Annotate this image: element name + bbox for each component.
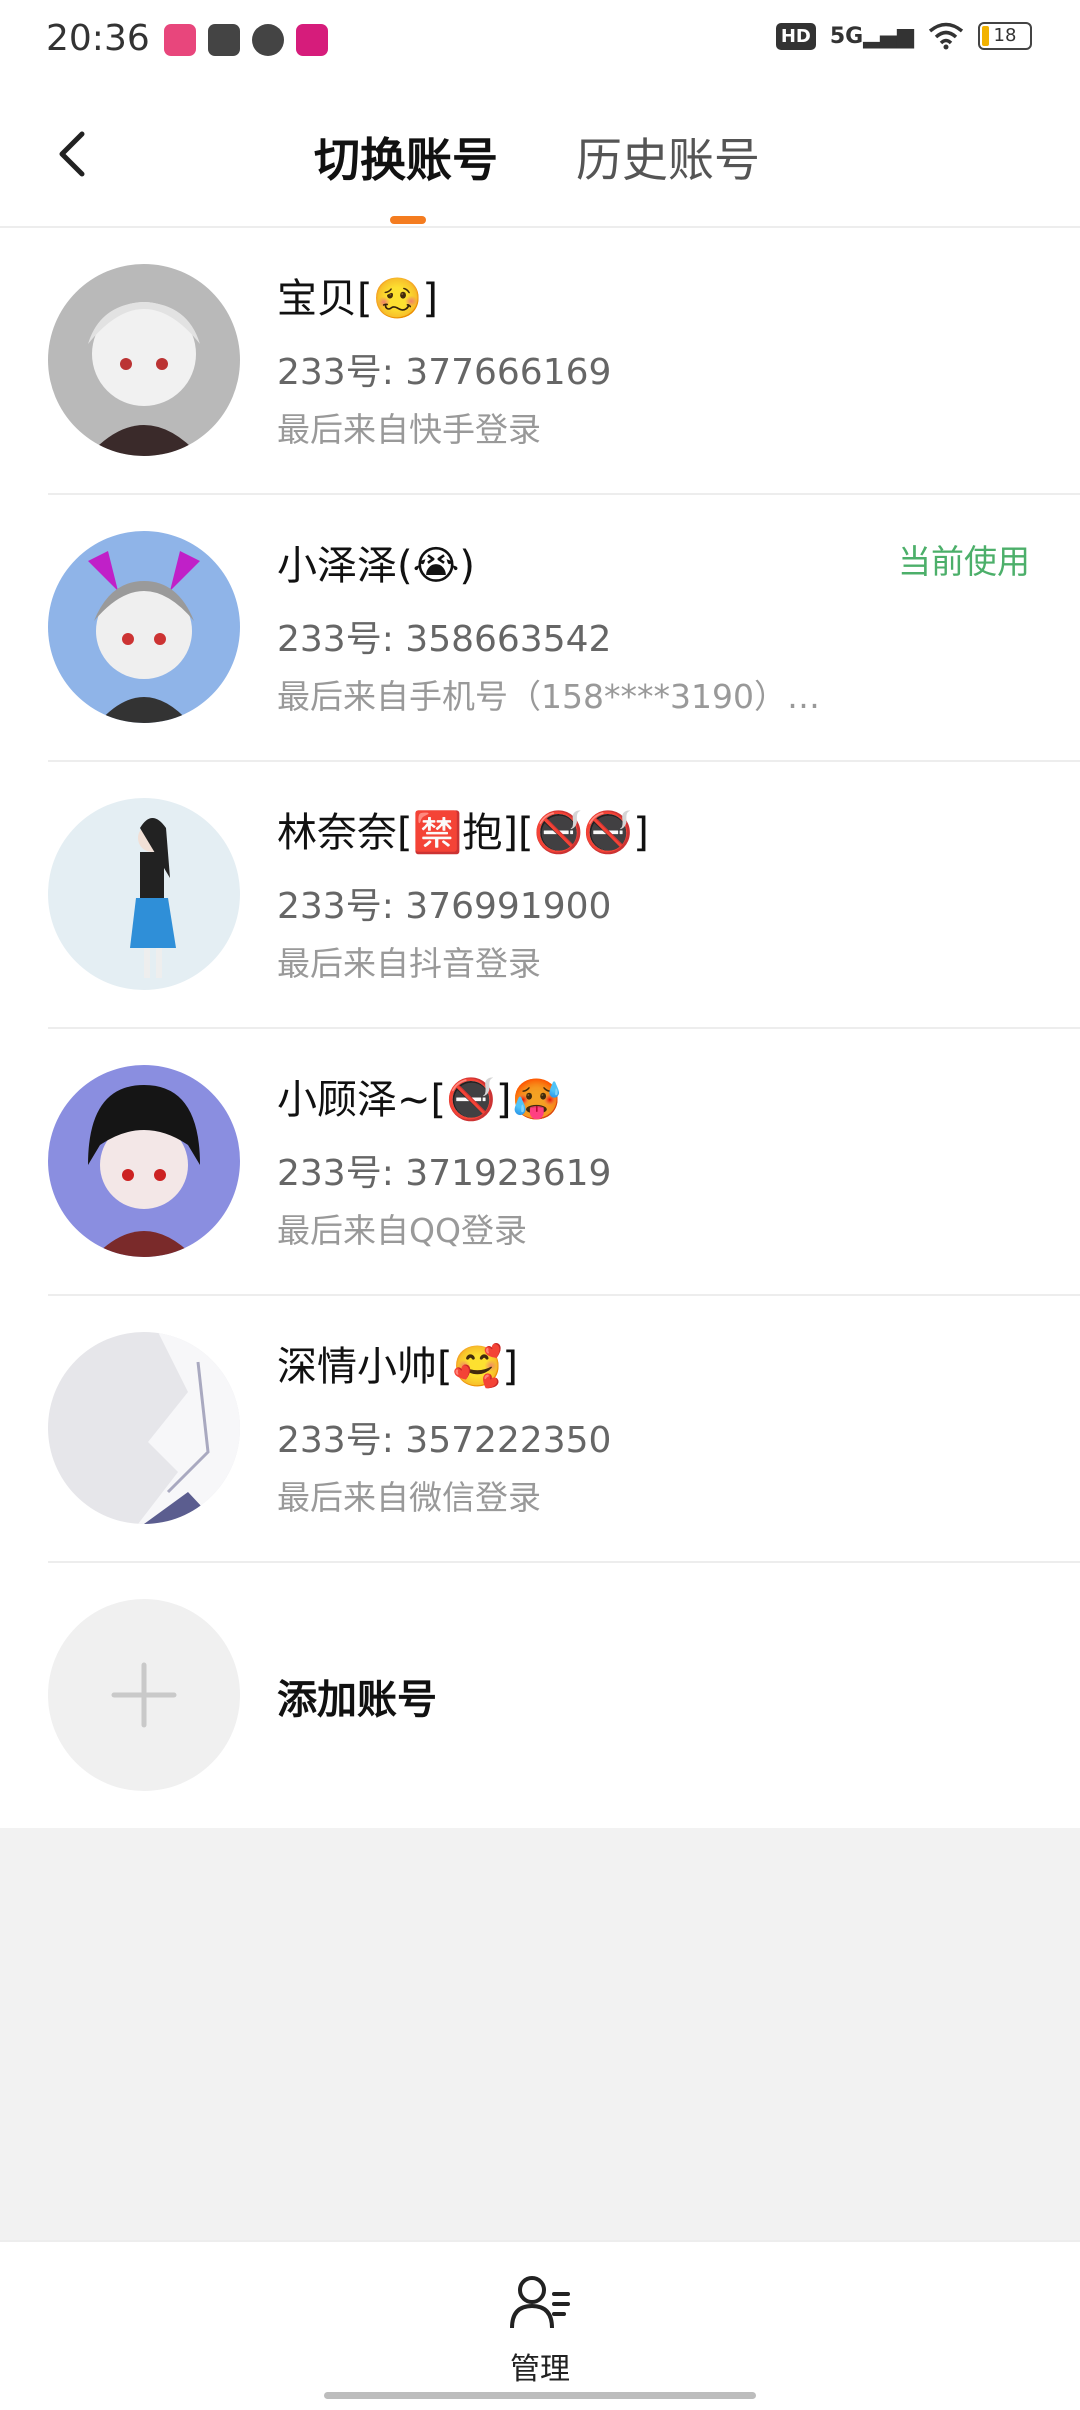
add-account-circle <box>48 1599 240 1791</box>
bottom-bar: 管理 <box>0 2240 1080 2410</box>
status-bar: 20:36 HD 5G▂▄▆ 18 <box>0 0 1080 84</box>
signal-icon: 5G▂▄▆ <box>829 23 914 49</box>
plus-icon <box>111 1662 177 1728</box>
avatar <box>48 1065 240 1257</box>
account-name: 林奈奈[🈲抱][🚭🚭] <box>277 810 649 856</box>
account-list: 宝贝[🥴] 233号: 377666169 最后来自快手登录 小泽泽(😭) 当前… <box>0 228 1080 1828</box>
account-login-source: 最后来自快手登录 <box>277 410 541 449</box>
app-notification-icon <box>164 24 196 56</box>
avatar <box>48 531 240 723</box>
avatar <box>48 798 240 990</box>
avatar <box>48 264 240 456</box>
header: 切换账号 历史账号 <box>0 84 1080 228</box>
battery-level: 18 <box>993 25 1017 46</box>
account-id: 233号: 357222350 <box>277 1420 612 1461</box>
account-id: 233号: 376991900 <box>277 886 612 927</box>
add-account-button[interactable]: 添加账号 <box>48 1563 1080 1828</box>
account-name: 宝贝[🥴] <box>277 276 439 322</box>
status-time: 20:36 <box>46 18 150 59</box>
account-name: 小泽泽(😭) <box>277 543 475 589</box>
manage-label: 管理 <box>510 2352 570 2387</box>
wifi-icon <box>928 22 964 50</box>
avatar <box>48 1332 240 1524</box>
status-app-icons <box>164 24 328 56</box>
tab-active-indicator <box>390 216 426 224</box>
account-login-source: 最后来自手机号（158****3190）… <box>277 677 820 716</box>
account-login-source: 最后来自微信登录 <box>277 1478 541 1517</box>
account-name: 小顾泽~[🚭]🥵 <box>277 1077 562 1123</box>
network-type: 5G <box>829 23 864 49</box>
account-id: 233号: 358663542 <box>277 619 612 660</box>
battery-icon: 18 <box>978 22 1032 50</box>
status-indicators: HD 5G▂▄▆ 18 <box>775 22 1032 50</box>
account-item[interactable]: 小顾泽~[🚭]🥵 233号: 371923619 最后来自QQ登录 <box>48 1029 1080 1296</box>
app-notification-icon <box>296 24 328 56</box>
account-id: 233号: 377666169 <box>277 352 612 393</box>
account-login-source: 最后来自QQ登录 <box>277 1211 527 1250</box>
manage-button[interactable]: 管理 <box>490 2272 590 2388</box>
user-manage-icon <box>510 2276 570 2329</box>
tab-history-account[interactable]: 历史账号 <box>576 124 760 190</box>
current-account-badge: 当前使用 <box>898 542 1030 581</box>
account-name: 深情小帅[🥰] <box>277 1344 519 1390</box>
book-icon <box>208 24 240 56</box>
home-indicator[interactable] <box>324 2392 756 2399</box>
account-item[interactable]: 林奈奈[🈲抱][🚭🚭] 233号: 376991900 最后来自抖音登录 <box>48 762 1080 1029</box>
account-item[interactable]: 小泽泽(😭) 当前使用 233号: 358663542 最后来自手机号（158*… <box>48 495 1080 762</box>
account-login-source: 最后来自抖音登录 <box>277 944 541 983</box>
play-icon <box>252 24 284 56</box>
add-account-label: 添加账号 <box>277 1677 437 1723</box>
account-item[interactable]: 深情小帅[🥰] 233号: 357222350 最后来自微信登录 <box>48 1296 1080 1563</box>
back-icon[interactable] <box>44 124 104 184</box>
tab-switch-account[interactable]: 切换账号 <box>314 124 498 190</box>
hd-icon: HD <box>775 22 816 50</box>
account-item[interactable]: 宝贝[🥴] 233号: 377666169 最后来自快手登录 <box>48 228 1080 495</box>
account-id: 233号: 371923619 <box>277 1153 612 1194</box>
